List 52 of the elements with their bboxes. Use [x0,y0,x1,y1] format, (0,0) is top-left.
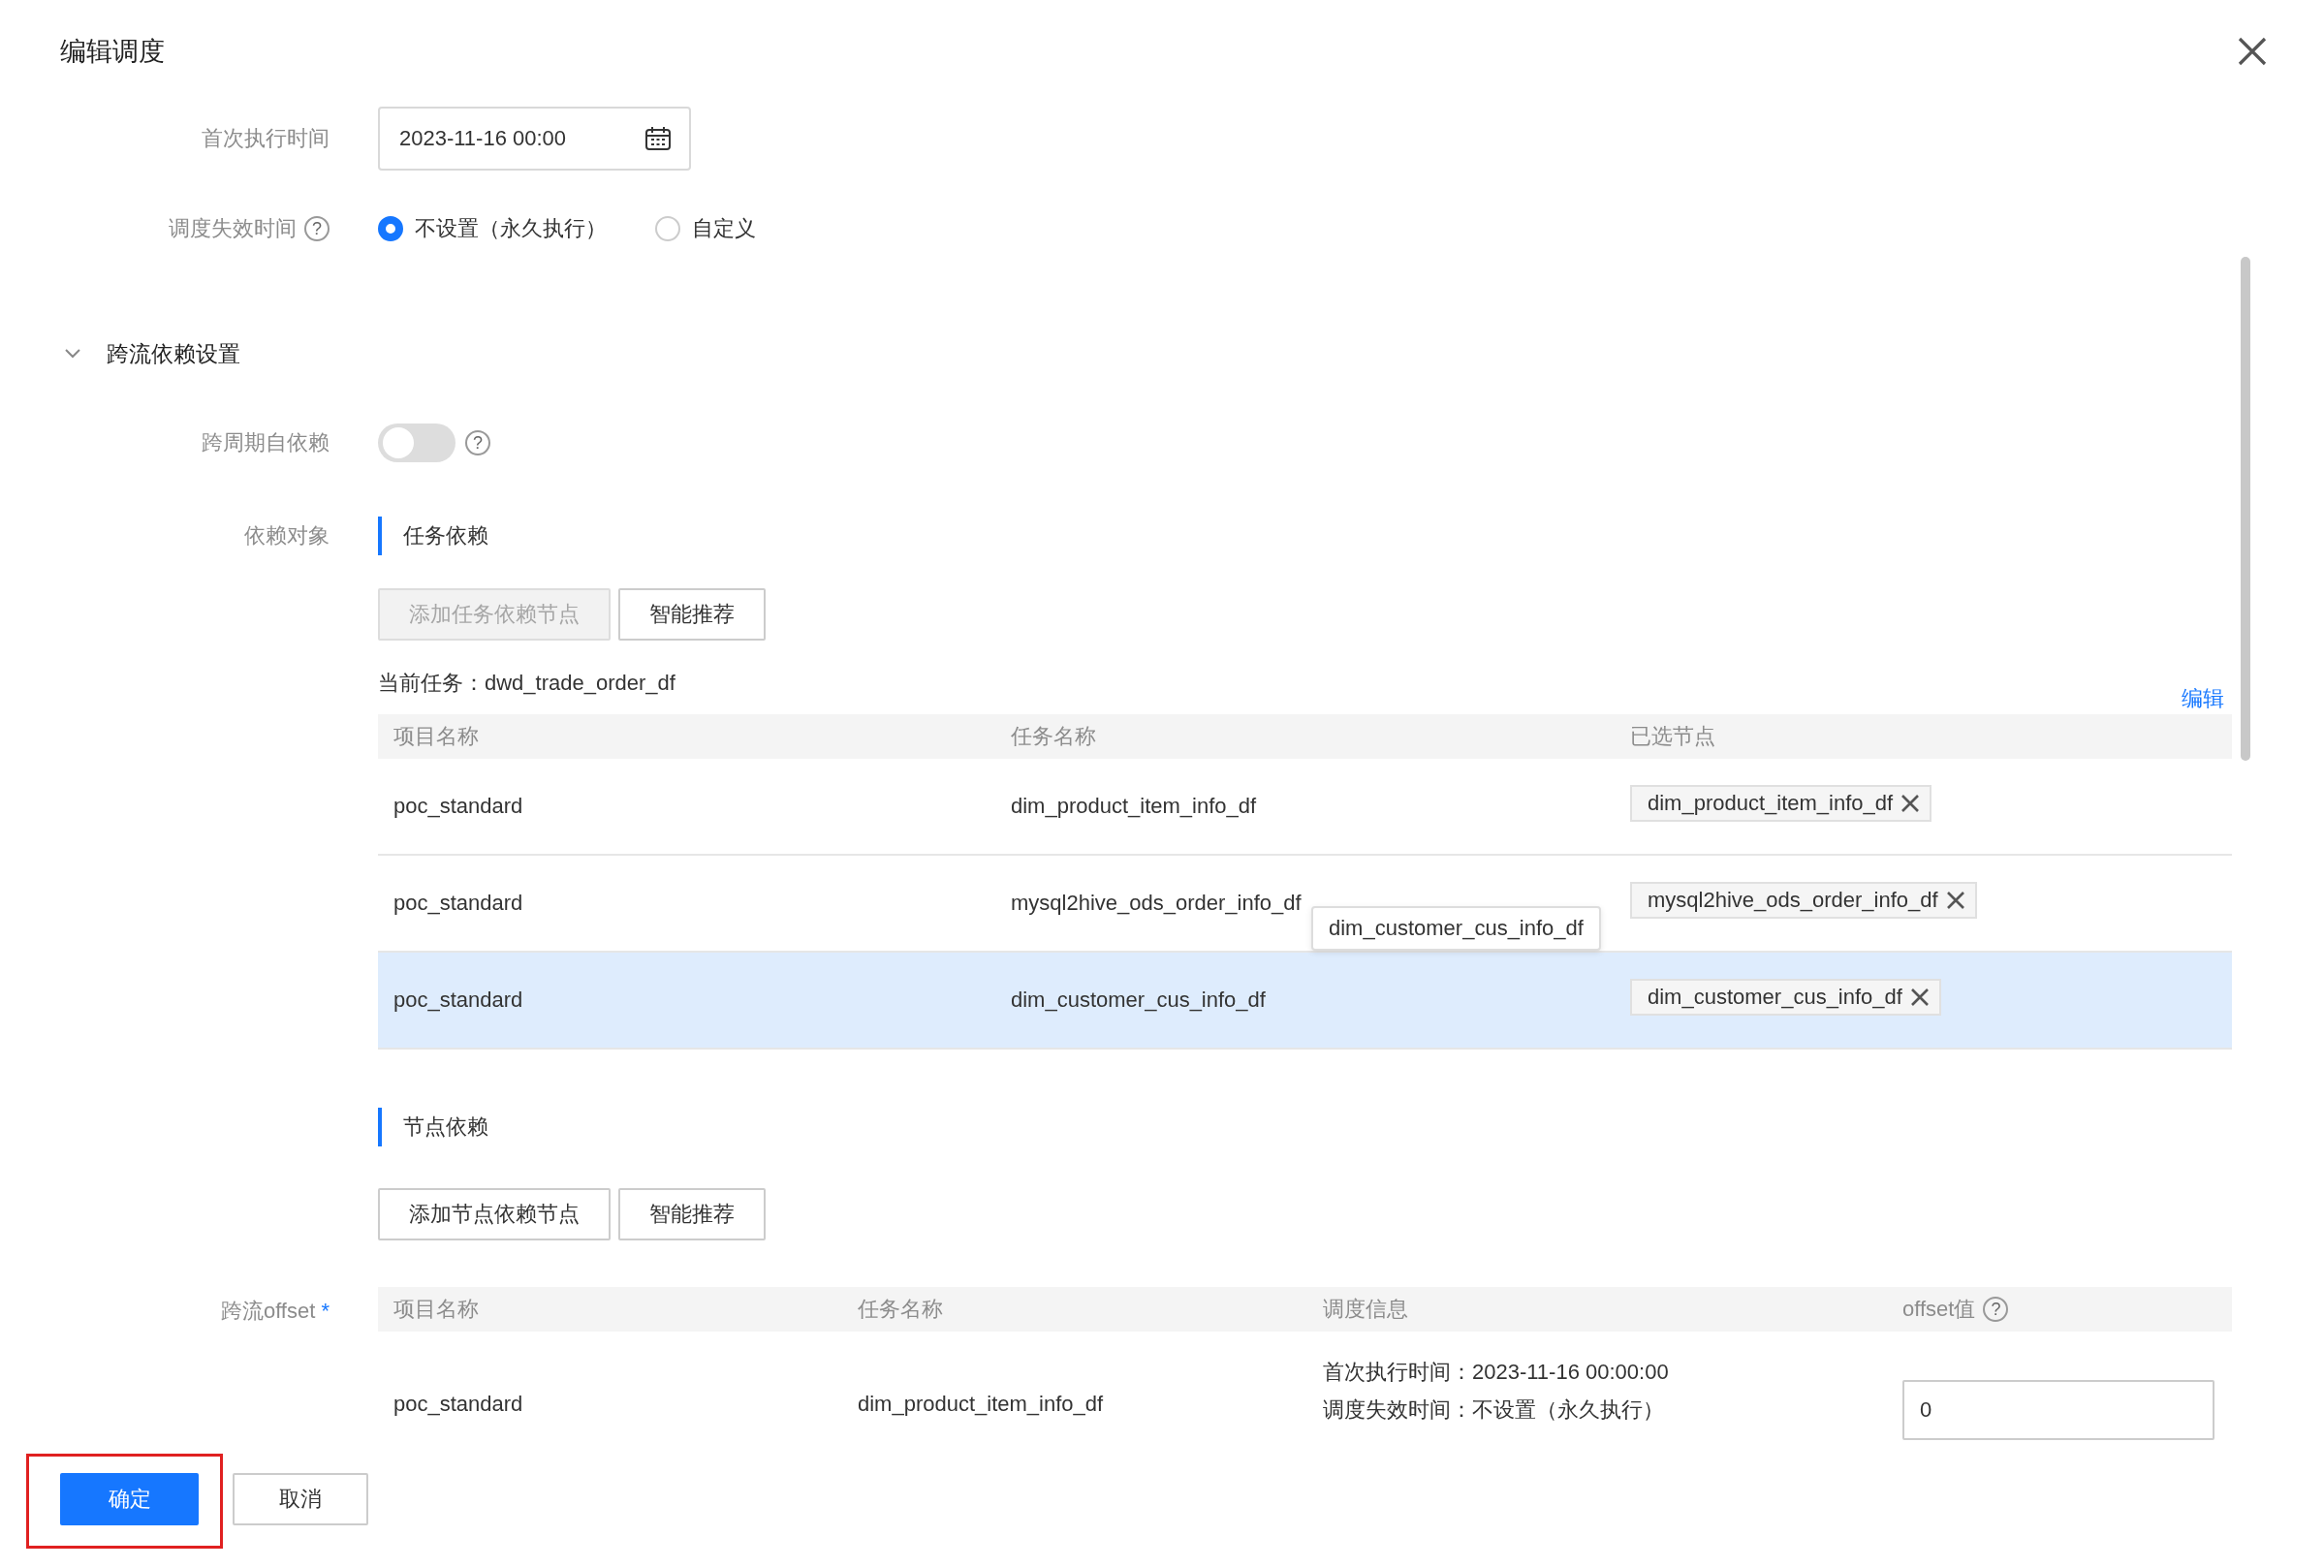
schedule-info: 调度失效时间：不设置（永久执行） [1323,1396,1665,1424]
table-cell: dim_product_item_info_df [858,1392,1104,1416]
radio-option[interactable]: 不设置（永久执行） [378,214,607,243]
field-label: 跨周期自依赖 [202,429,330,456]
calendar-icon[interactable] [644,126,672,151]
field-label: 调度失效时间 [169,215,297,242]
column-header: 调度信息 [1323,1297,1408,1321]
table-cell: poc_standard [393,891,523,915]
column-header: 项目名称 [393,724,479,748]
recommend-button[interactable]: 智能推荐 [618,588,766,641]
field-label: 跨流offset * [220,1298,330,1325]
schedule-info: 首次执行时间：2023-11-16 00:00:00 [1323,1359,1670,1386]
cancel-button[interactable]: 取消 [233,1473,368,1525]
node-tag: mysql2hive_ods_order_info_df [1630,882,1977,919]
confirm-button[interactable]: 确定 [60,1473,199,1525]
node-tag: dim_product_item_info_df [1630,785,1932,822]
toggle-switch[interactable] [378,423,455,462]
subsection-heading: 节点依赖 [403,1113,488,1141]
column-header: 项目名称 [393,1297,479,1321]
radio-icon[interactable] [655,216,680,241]
help-icon[interactable]: ? [465,430,490,455]
section-title[interactable]: 跨流依赖设置 [107,338,240,369]
column-header: offset值 [1902,1296,1976,1323]
date-field[interactable]: 2023-11-16 00:00 [378,107,691,171]
offset-input[interactable]: 0 [1902,1380,2214,1440]
field-label: 依赖对象 [244,522,330,549]
table-cell: mysql2hive_ods_order_info_df [1011,891,1302,915]
current-task: 当前任务：dwd_trade_order_df [378,670,675,697]
subsection-heading: 任务依赖 [403,522,488,549]
help-icon[interactable]: ? [1983,1297,2009,1322]
tooltip: dim_customer_cus_info_df [1311,906,1601,951]
recommend-button[interactable]: 智能推荐 [618,1188,766,1240]
column-header: 任务名称 [858,1297,943,1321]
radio-icon[interactable] [378,216,403,241]
node-tag: dim_customer_cus_info_df [1630,979,1941,1016]
table-row[interactable]: poc_standard dim_customer_cus_info_df dim_customer_cus_info_df [378,953,2232,1050]
field-label: 首次执行时间 [202,125,330,152]
table-cell: dim_product_item_info_df [1011,794,1257,818]
help-icon[interactable]: ? [304,216,330,241]
scrollbar[interactable] [2241,257,2250,761]
column-header: 已选节点 [1630,724,1715,748]
table-cell: poc_standard [393,988,523,1012]
column-header: 任务名称 [1011,724,1096,748]
table-cell: poc_standard [393,1392,523,1416]
radio-option[interactable]: 自定义 [655,214,756,243]
edit-link[interactable]: 编辑 [2182,683,2224,714]
add-node-button[interactable]: 添加节点依赖节点 [378,1188,611,1240]
dialog-title: 编辑调度 [60,35,165,68]
table-cell: poc_standard [393,794,523,818]
chevron-icon[interactable] [64,348,81,360]
table-row[interactable]: poc_standard dim_product_item_info_df dim_product_item_info_df [378,759,2232,856]
table-cell: dim_customer_cus_info_df [1011,988,1266,1012]
